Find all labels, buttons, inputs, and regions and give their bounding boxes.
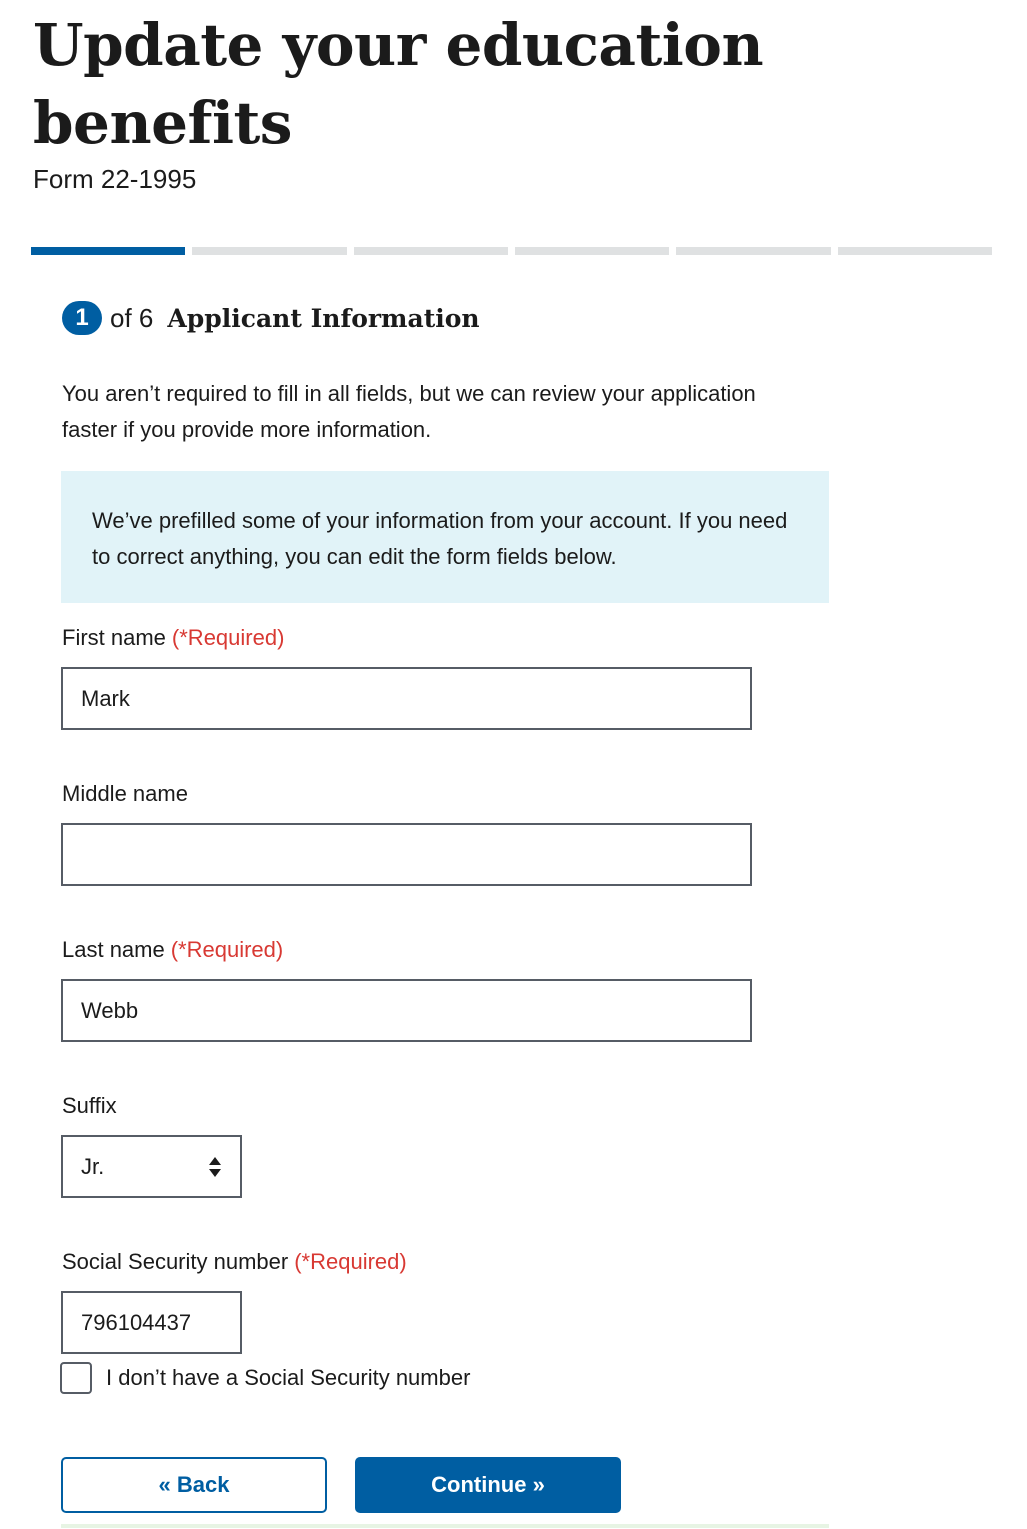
required-marker: (*Required) — [171, 625, 285, 650]
middle-name-label-text: Middle name — [62, 781, 188, 806]
progress-segment-6 — [837, 247, 992, 255]
step-header: 1 of 6 Applicant Information — [62, 298, 480, 338]
progress-segment-1 — [31, 247, 186, 255]
no-ssn-option[interactable]: I don’t have a Social Security number — [60, 1362, 470, 1394]
suffix-select[interactable]: Jr. — [61, 1135, 242, 1198]
suffix-selected-value: Jr. — [81, 1153, 105, 1179]
form-number: Form 22-1995 — [33, 164, 197, 194]
required-marker: (*Required) — [170, 937, 284, 962]
progress-segment-3 — [353, 247, 508, 255]
progress-segment-2 — [192, 247, 347, 255]
prefill-info-alert: We’ve prefilled some of your information… — [61, 471, 829, 603]
back-button[interactable]: « Back — [61, 1457, 327, 1513]
progress-bar — [31, 247, 992, 255]
suffix-label-text: Suffix — [62, 1093, 117, 1118]
alert-text: We’ve prefilled some of your information… — [92, 508, 788, 569]
first-name-label-text: First name — [62, 625, 166, 650]
suffix-label: Suffix — [62, 1093, 117, 1119]
step-count: of 6 — [110, 302, 154, 333]
required-marker: (*Required) — [294, 1249, 407, 1274]
bottom-divider — [61, 1524, 829, 1528]
no-ssn-label: I don’t have a Social Security number — [106, 1365, 471, 1390]
last-name-input[interactable] — [61, 979, 752, 1042]
progress-segment-5 — [676, 247, 831, 255]
intro-text: You aren’t required to fill in all field… — [62, 381, 756, 442]
last-name-label: Last name (*Required) — [62, 937, 283, 963]
progress-segment-4 — [514, 247, 670, 255]
page-title: Update your education benefits — [33, 11, 764, 157]
ssn-label-text: Social Security number — [62, 1249, 289, 1274]
first-name-label: First name (*Required) — [62, 625, 284, 651]
continue-button[interactable]: Continue » — [355, 1457, 621, 1513]
step-title: Applicant Information — [167, 303, 480, 333]
ssn-label: Social Security number (*Required) — [62, 1249, 407, 1275]
first-name-input[interactable] — [61, 667, 752, 730]
sort-arrows-icon — [209, 1156, 221, 1177]
middle-name-input[interactable] — [61, 823, 752, 886]
last-name-label-text: Last name — [62, 937, 165, 962]
step-number-badge: 1 — [62, 301, 102, 335]
ssn-input[interactable] — [61, 1291, 242, 1354]
no-ssn-checkbox[interactable] — [60, 1362, 92, 1394]
middle-name-label: Middle name — [62, 781, 188, 807]
